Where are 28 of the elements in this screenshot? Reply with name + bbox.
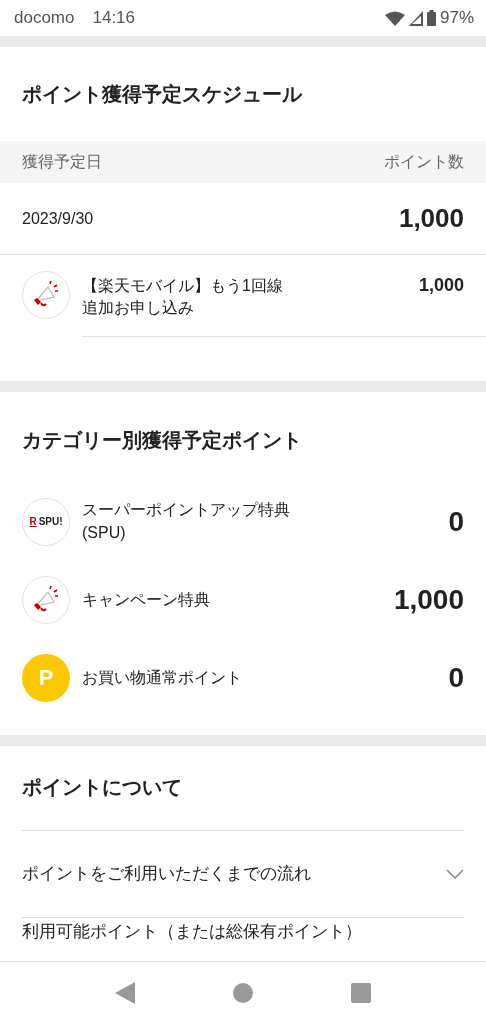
battery-icon bbox=[426, 10, 436, 26]
column-header: 獲得予定日 bbox=[22, 151, 102, 172]
points-total: 1,000 bbox=[398, 203, 464, 234]
category-label: お買い物通常ポイント bbox=[82, 667, 243, 688]
accordion-row[interactable]: 利用可能ポイント（または総保有ポイント） bbox=[22, 916, 464, 959]
point-coin-icon: P bbox=[22, 653, 70, 702]
date-label: 2023/9/30 bbox=[22, 209, 94, 228]
wifi-icon bbox=[384, 10, 405, 26]
clock-time: 14:16 bbox=[92, 8, 136, 28]
home-icon[interactable] bbox=[233, 983, 253, 1003]
item-label: 【楽天モバイル】もう1回線追加お申し込み bbox=[82, 276, 284, 319]
back-icon[interactable] bbox=[115, 982, 135, 1004]
battery-percent: 97% bbox=[439, 8, 474, 28]
category-label: キャンペーン特典 bbox=[82, 589, 211, 610]
section-title: ポイント獲得予定スケジュール bbox=[21, 82, 304, 107]
carrier-name: docomo bbox=[14, 8, 75, 28]
points-value: 0 bbox=[448, 505, 464, 538]
points-value: 0 bbox=[448, 661, 464, 694]
section-title: カテゴリー別獲得予定ポイント bbox=[21, 427, 303, 453]
megaphone-icon bbox=[22, 575, 70, 624]
megaphone-icon bbox=[22, 271, 70, 319]
accordion-row[interactable]: ポイントをご利用いただくまでの流れ bbox=[22, 829, 464, 917]
section-title: ポイントについて bbox=[21, 774, 183, 800]
points-value: 1,000 bbox=[418, 274, 464, 296]
signal-icon bbox=[408, 10, 423, 26]
category-label: スーパーポイントアップ特典(SPU) bbox=[82, 500, 291, 543]
column-header: ポイント数 bbox=[384, 151, 464, 172]
points-value: 1,000 bbox=[393, 583, 464, 616]
